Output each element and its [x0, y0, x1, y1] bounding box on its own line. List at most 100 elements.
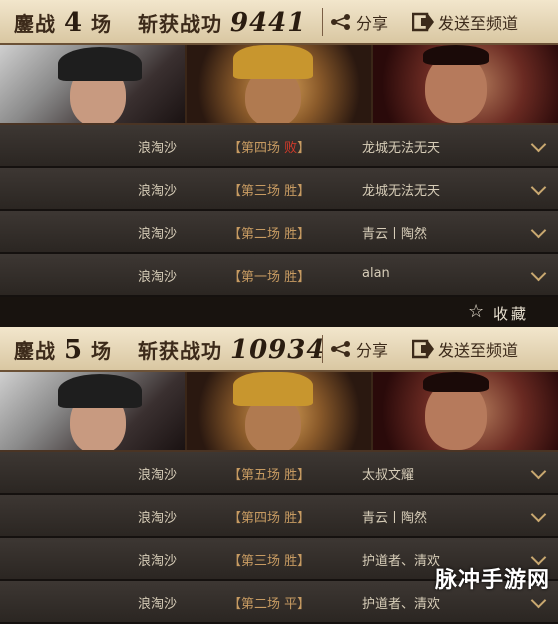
favorite-button[interactable]: 收藏: [493, 303, 529, 324]
team-name: 浪淘沙: [138, 266, 177, 285]
hero-portrait: [0, 372, 187, 450]
battle-unit: 场: [91, 12, 112, 36]
list-item[interactable]: 浪淘沙 【第一场 胜】 alan: [0, 254, 558, 297]
share-icon: [330, 341, 352, 357]
hero-portrait: [373, 372, 558, 450]
round-label: 【第一场: [228, 270, 280, 285]
send-to-channel-button[interactable]: 发送至频道: [412, 10, 518, 34]
share-icon: [330, 14, 352, 30]
list-item[interactable]: 浪淘沙 【第五场 胜】 太叔文耀: [0, 452, 558, 495]
battle-count-value: 4: [64, 8, 83, 38]
portraits-strip: [0, 372, 558, 452]
battle-label: 鏖战: [14, 12, 56, 36]
chevron-down-icon[interactable]: [531, 180, 547, 196]
result-label: 胜: [284, 184, 297, 199]
round-label: 【第二场: [228, 227, 280, 242]
battle-score: 斩获战功10934: [138, 335, 325, 365]
round-result: 【第四场 败】: [228, 137, 310, 156]
share-label: 分享: [356, 10, 388, 34]
score-label: 斩获战功: [138, 12, 222, 36]
chevron-down-icon[interactable]: [531, 137, 547, 153]
send-label: 发送至频道: [438, 337, 518, 361]
bracket-close: 】: [297, 554, 310, 569]
team-name: 浪淘沙: [138, 550, 177, 569]
opponent-name: 护道者、清欢: [362, 550, 440, 569]
round-label: 【第五场: [228, 468, 280, 483]
share-label: 分享: [356, 337, 388, 361]
round-result: 【第二场 胜】: [228, 223, 310, 242]
opponent-name: 护道者、清欢: [362, 593, 440, 612]
round-result: 【第三场 胜】: [228, 550, 310, 569]
share-button[interactable]: 分享: [330, 337, 388, 361]
bracket-close: 】: [297, 184, 310, 199]
team-name: 浪淘沙: [138, 507, 177, 526]
portraits-strip: [0, 45, 558, 125]
opponent-name: 太叔文耀: [362, 464, 414, 483]
bracket-close: 】: [297, 141, 310, 156]
hero-portrait: [0, 45, 187, 123]
result-label: 胜: [284, 511, 297, 526]
round-label: 【第三场: [228, 184, 280, 199]
team-name: 浪淘沙: [138, 223, 177, 242]
chevron-down-icon[interactable]: [531, 593, 547, 609]
battle-header: 鏖战 4 场 斩获战功 9441 分享 发送至频道: [0, 0, 558, 45]
bracket-close: 】: [297, 511, 310, 526]
battle-rows: 浪淘沙 【第四场 败】 龙城无法无天 浪淘沙 【第三场 胜】 龙城无法无天 浪淘…: [0, 125, 558, 297]
round-label: 【第二场: [228, 597, 280, 612]
chevron-down-icon[interactable]: [531, 223, 547, 239]
round-result: 【第一场 胜】: [228, 266, 310, 285]
bracket-close: 】: [297, 468, 310, 483]
list-item[interactable]: 浪淘沙 【第四场 胜】 青云丨陶然: [0, 495, 558, 538]
team-name: 浪淘沙: [138, 464, 177, 483]
chevron-down-icon[interactable]: [531, 464, 547, 480]
opponent-name: 龙城无法无天: [362, 180, 440, 199]
opponent-name: 龙城无法无天: [362, 137, 440, 156]
hero-portrait: [187, 45, 374, 123]
result-label: 胜: [284, 468, 297, 483]
score-value: 10934: [230, 335, 325, 365]
star-icon[interactable]: ☆: [468, 301, 484, 322]
result-label: 败: [284, 141, 297, 156]
round-label: 【第三场: [228, 554, 280, 569]
list-item[interactable]: 浪淘沙 【第二场 胜】 青云丨陶然: [0, 211, 558, 254]
result-label: 胜: [284, 554, 297, 569]
battle-count: 鏖战 4 场: [14, 8, 112, 38]
hero-portrait: [373, 45, 558, 123]
hero-portrait: [187, 372, 374, 450]
battle-count: 鏖战 5 场: [14, 335, 112, 365]
bracket-close: 】: [297, 597, 310, 612]
opponent-name: 青云丨陶然: [362, 223, 427, 242]
list-item[interactable]: 浪淘沙 【第三场 胜】 龙城无法无天: [0, 168, 558, 211]
send-icon: [412, 339, 434, 359]
opponent-name: 青云丨陶然: [362, 507, 427, 526]
result-label: 胜: [284, 270, 297, 285]
round-label: 【第四场: [228, 141, 280, 156]
round-result: 【第二场 平】: [228, 593, 310, 612]
result-label: 胜: [284, 227, 297, 242]
round-result: 【第五场 胜】: [228, 464, 310, 483]
battle-rows: 浪淘沙 【第五场 胜】 太叔文耀 浪淘沙 【第四场 胜】 青云丨陶然 浪淘沙 【…: [0, 452, 558, 624]
share-button[interactable]: 分享: [330, 10, 388, 34]
chevron-down-icon[interactable]: [531, 266, 547, 282]
send-label: 发送至频道: [438, 10, 518, 34]
list-item[interactable]: 浪淘沙 【第四场 败】 龙城无法无天: [0, 125, 558, 168]
opponent-name: alan: [362, 266, 390, 281]
send-icon: [412, 12, 434, 32]
score-value: 9441: [230, 8, 306, 38]
team-name: 浪淘沙: [138, 137, 177, 156]
header-divider: [322, 335, 323, 363]
battle-score: 斩获战功 9441: [138, 8, 306, 38]
bracket-close: 】: [297, 227, 310, 242]
battle-unit: 场: [91, 339, 112, 363]
favorite-bar: ☆ 收藏: [0, 297, 558, 327]
battle-card-1: 鏖战 4 场 斩获战功 9441 分享 发送至频道: [0, 0, 558, 297]
watermark: 脉冲手游网: [435, 562, 550, 594]
send-to-channel-button[interactable]: 发送至频道: [412, 337, 518, 361]
chevron-down-icon[interactable]: [531, 507, 547, 523]
team-name: 浪淘沙: [138, 593, 177, 612]
bracket-close: 】: [297, 270, 310, 285]
round-result: 【第三场 胜】: [228, 180, 310, 199]
result-label: 平: [284, 597, 297, 612]
header-divider: [322, 8, 323, 36]
round-result: 【第四场 胜】: [228, 507, 310, 526]
